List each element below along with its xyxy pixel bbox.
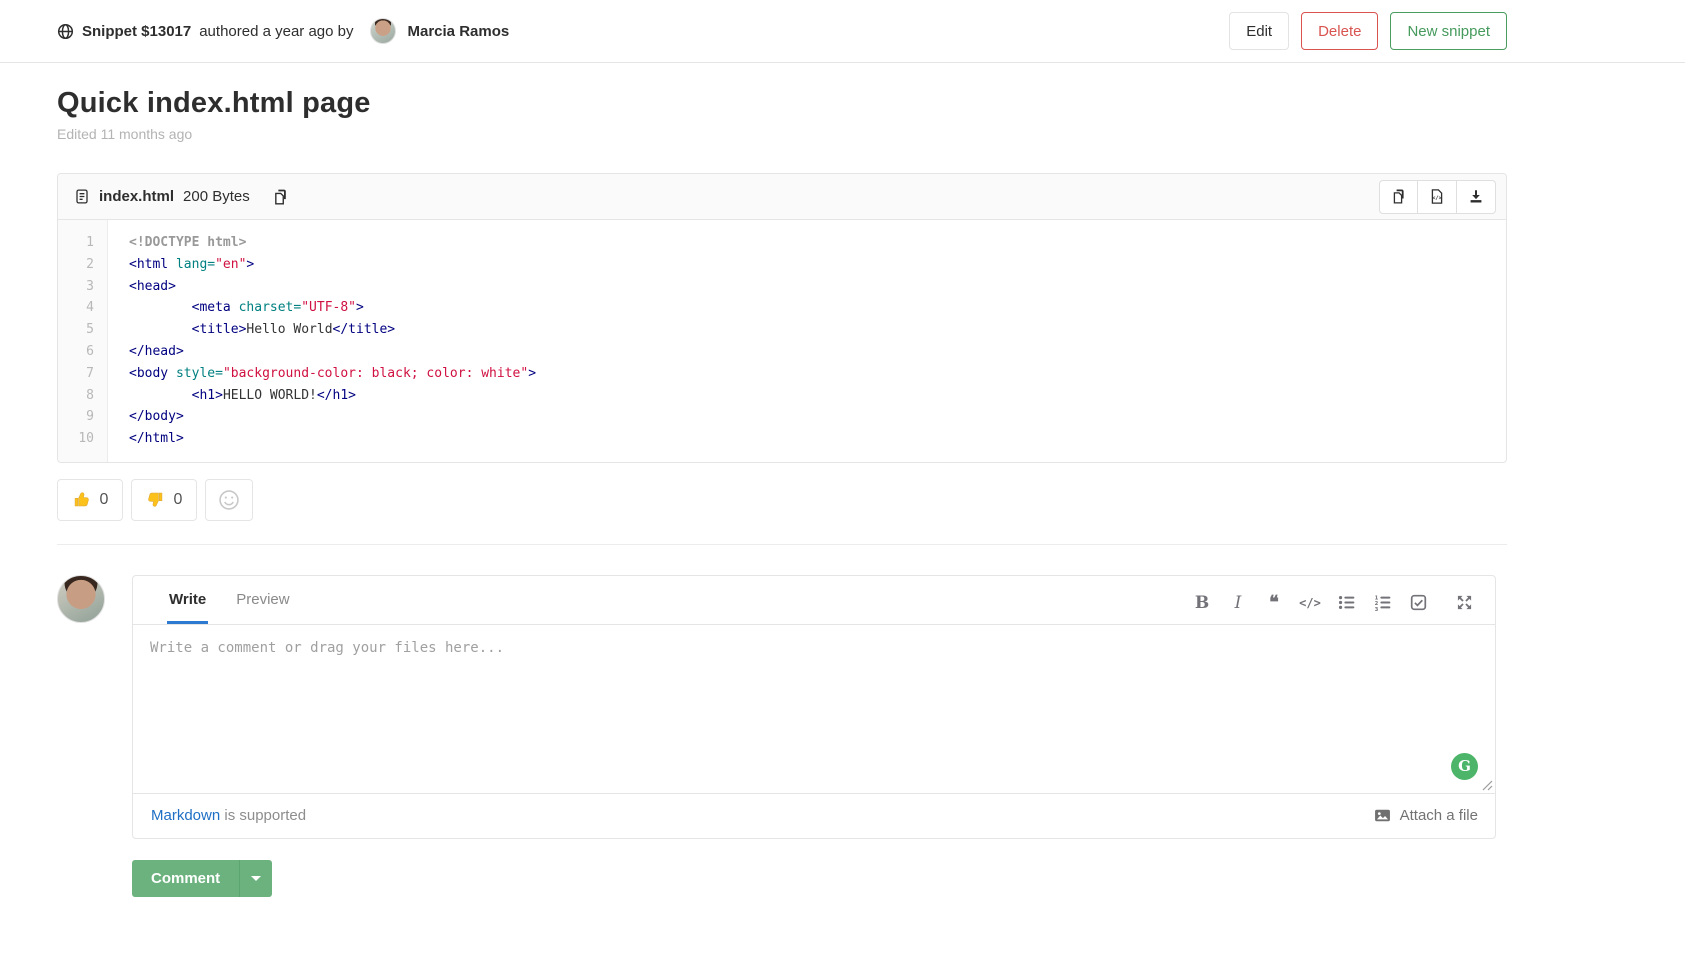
thumbs-up-emoji — [72, 490, 91, 509]
current-user-avatar — [57, 575, 105, 623]
comment-input[interactable] — [133, 625, 1495, 793]
code-lines: <!DOCTYPE html><html lang="en"><head> <m… — [108, 220, 1506, 462]
markdown-footer: Markdown is supported Attach a file — [133, 793, 1495, 838]
award-emoji-block: 0 0 — [57, 479, 1507, 521]
code-line: </html> — [129, 428, 1506, 450]
new-snippet-button[interactable]: New snippet — [1390, 12, 1507, 50]
italic-icon[interactable]: I — [1223, 588, 1253, 618]
caret-down-icon — [251, 876, 261, 881]
code-line: <head> — [129, 276, 1506, 298]
thumbs-down-count: 0 — [174, 491, 183, 509]
line-numbers: 12345678910 — [58, 220, 108, 462]
quote-icon[interactable]: ❝ — [1259, 588, 1289, 618]
document-icon — [74, 188, 90, 205]
line-number[interactable]: 4 — [58, 297, 107, 319]
resize-handle-icon[interactable] — [1482, 780, 1493, 791]
author-avatar[interactable] — [370, 18, 396, 44]
line-number[interactable]: 7 — [58, 363, 107, 385]
markdown-toolbar: B I ❝ </> 1 2 — [1187, 588, 1479, 624]
code-line: <!DOCTYPE html> — [129, 232, 1506, 254]
author-name[interactable]: Marcia Ramos — [408, 23, 510, 40]
thumbs-up-button[interactable]: 0 — [57, 479, 123, 521]
add-reaction-button[interactable] — [205, 479, 253, 521]
line-number[interactable]: 2 — [58, 254, 107, 276]
thumbs-up-count: 0 — [100, 491, 109, 509]
comment-dropdown-button[interactable] — [239, 860, 272, 897]
fullscreen-icon[interactable] — [1449, 588, 1479, 618]
file-viewer: index.html 200 Bytes — [57, 173, 1507, 463]
snippet-meta: Snippet $13017 authored a year ago by Ma… — [57, 18, 509, 44]
attach-file-button[interactable]: Attach a file — [1374, 807, 1478, 824]
page-header: Snippet $13017 authored a year ago by Ma… — [0, 0, 1685, 63]
line-number[interactable]: 1 — [58, 232, 107, 254]
attach-image-icon — [1374, 807, 1391, 824]
notes-divider — [57, 544, 1507, 545]
comment-section: Write Preview B I ❝ </> — [57, 575, 1507, 839]
globe-icon — [57, 23, 74, 40]
tab-preview[interactable]: Preview — [234, 576, 291, 624]
download-icon[interactable] — [1457, 180, 1496, 214]
markdown-link[interactable]: Markdown — [151, 807, 220, 824]
line-number[interactable]: 5 — [58, 319, 107, 341]
code-line: <html lang="en"> — [129, 254, 1506, 276]
grammarly-icon[interactable]: G — [1451, 753, 1478, 780]
file-name[interactable]: index.html — [99, 188, 174, 205]
line-number[interactable]: 8 — [58, 385, 107, 407]
comment-textarea-wrap: G — [133, 625, 1495, 793]
file-actions: </> — [1379, 180, 1496, 214]
code-line: <title>Hello World</title> — [129, 319, 1506, 341]
code-line: <meta charset="UTF-8"> — [129, 297, 1506, 319]
edit-button[interactable]: Edit — [1229, 12, 1289, 50]
line-number[interactable]: 6 — [58, 341, 107, 363]
copy-to-clipboard-icon[interactable] — [272, 188, 289, 206]
page-title: Quick index.html page — [57, 87, 1507, 120]
code-line: <body style="background-color: black; co… — [129, 363, 1506, 385]
attach-file-label: Attach a file — [1400, 807, 1478, 824]
open-raw-icon[interactable]: </> — [1418, 180, 1457, 214]
edited-timestamp: Edited 11 months ago — [57, 126, 1507, 142]
submit-row: Comment — [132, 860, 1507, 897]
markdown-supported-text: is supported — [220, 807, 306, 824]
code-block: 12345678910 <!DOCTYPE html><html lang="e… — [58, 220, 1506, 462]
comment-form: Write Preview B I ❝ </> — [132, 575, 1496, 839]
svg-text:</>: </> — [1432, 196, 1443, 202]
svg-text:3: 3 — [1374, 607, 1378, 611]
line-number[interactable]: 9 — [58, 406, 107, 428]
task-list-icon[interactable] — [1403, 588, 1433, 618]
code-line: </head> — [129, 341, 1506, 363]
file-size: 200 Bytes — [183, 188, 250, 205]
code-icon[interactable]: </> — [1295, 588, 1325, 618]
line-number[interactable]: 10 — [58, 428, 107, 450]
file-header: index.html 200 Bytes — [58, 174, 1506, 220]
thumbs-down-button[interactable]: 0 — [131, 479, 197, 521]
thumbs-down-emoji — [146, 490, 165, 509]
code-line: </body> — [129, 406, 1506, 428]
bold-icon[interactable]: B — [1187, 588, 1217, 618]
markdown-header: Write Preview B I ❝ </> — [133, 576, 1495, 625]
code-line: <h1>HELLO WORLD!</h1> — [129, 385, 1506, 407]
line-number[interactable]: 3 — [58, 276, 107, 298]
numbered-list-icon[interactable]: 1 2 3 — [1367, 588, 1397, 618]
tab-write[interactable]: Write — [167, 576, 208, 624]
delete-button[interactable]: Delete — [1301, 12, 1378, 50]
bulleted-list-icon[interactable] — [1331, 588, 1361, 618]
copy-contents-icon[interactable] — [1379, 180, 1418, 214]
snippet-id: Snippet $13017 — [82, 23, 191, 40]
comment-button[interactable]: Comment — [132, 860, 239, 897]
smiley-icon — [218, 489, 240, 511]
authored-text: authored a year ago by — [199, 23, 353, 40]
